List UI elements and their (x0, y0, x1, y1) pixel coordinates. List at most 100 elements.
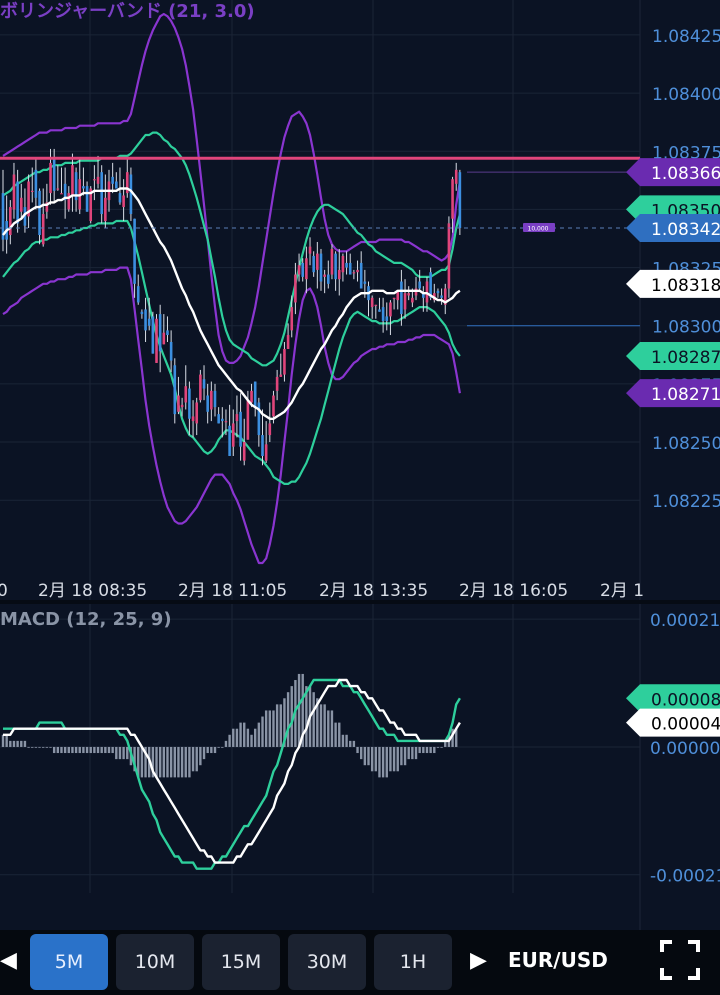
macd-histogram-bar (433, 746, 436, 754)
macd-histogram-bar (250, 734, 253, 747)
time-tick-label: 0 (0, 581, 8, 601)
candle-body (363, 281, 367, 284)
candle-body (96, 176, 100, 184)
candle-body (191, 416, 195, 422)
candle-body (19, 197, 23, 212)
macd-histogram-bar (334, 722, 337, 747)
timeframe-button-30m[interactable]: 30M (288, 934, 366, 990)
price-label: 1.08271 (651, 385, 720, 405)
price-chart[interactable]: 10,000 1.084251.084001.083751.083501.083… (0, 0, 720, 930)
macd-histogram-bar (162, 746, 166, 778)
scroll-left-icon[interactable]: ◀ (0, 948, 17, 973)
macd-histogram-bar (356, 746, 359, 754)
macd-histogram-bar (111, 746, 114, 754)
macd-histogram-bar (49, 746, 52, 748)
candle-body (60, 193, 63, 195)
candle-body (400, 281, 403, 315)
macd-histogram-bar (363, 746, 367, 766)
macd-histogram-bar (1, 734, 5, 747)
candle-body (147, 318, 151, 326)
candle-body (49, 162, 52, 194)
candle-body (52, 158, 56, 191)
candle-body (206, 395, 209, 412)
macd-histogram-bar (268, 710, 272, 747)
time-tick-label: 2月 18 13:35 (319, 581, 428, 601)
macd-histogram-bar (206, 746, 209, 754)
time-tick-label: 2月 18 08:35 (38, 581, 147, 601)
candle-body (85, 186, 89, 212)
price-label: 1.08287 (651, 348, 720, 368)
macd-histogram-bar (155, 746, 158, 778)
candle-body (308, 246, 312, 254)
macd-label: MACD (12, 25, 9) (0, 609, 172, 630)
play-icon[interactable]: ▶ (470, 948, 487, 973)
timeframe-button-5m[interactable]: 5M (30, 934, 108, 990)
macd-histogram-bar (297, 673, 301, 747)
time-tick-label: 2月 18 11:05 (178, 581, 287, 601)
macd-histogram-bar (96, 746, 100, 754)
candle-body (374, 304, 378, 306)
macd-histogram-bar (191, 746, 195, 772)
macd-histogram-bar (349, 740, 352, 747)
candle-body (111, 176, 114, 184)
price-tick-label: 1.08225 (652, 492, 720, 512)
candle-body (34, 169, 38, 198)
candle-body (279, 374, 283, 377)
candle-body (356, 269, 359, 273)
macd-histogram-bar (213, 746, 217, 754)
fullscreen-icon[interactable] (660, 940, 700, 980)
candle-body (9, 207, 12, 235)
timeframe-button-1h[interactable]: 1H (374, 934, 452, 990)
candle-body (334, 253, 337, 280)
timeframe-button-10m[interactable]: 10M (116, 934, 194, 990)
macd-histogram-bar (224, 740, 228, 747)
candle-body (403, 293, 407, 310)
macd-histogram-bar (418, 746, 421, 754)
macd-histogram-bar (195, 746, 198, 772)
candle-body (104, 197, 107, 222)
macd-histogram-bar (319, 704, 323, 747)
candle-body (407, 293, 411, 296)
candle-body (294, 274, 297, 303)
candle-body (67, 193, 71, 210)
macd-histogram-bar (202, 746, 206, 760)
macd-histogram-bar (74, 746, 78, 754)
macd-histogram-bar (89, 746, 92, 754)
candle-body (118, 193, 122, 203)
macd-histogram-bar (312, 692, 315, 747)
candle-body (378, 309, 381, 312)
macd-histogram-bar (78, 746, 81, 754)
candle-body (213, 390, 217, 408)
macd-histogram-bar (56, 746, 60, 754)
macd-histogram-bar (378, 746, 381, 778)
macd-histogram-bar (261, 716, 264, 747)
candle-body (140, 311, 144, 315)
candle-body (162, 332, 166, 345)
macd-histogram-bar (169, 746, 173, 778)
macd-histogram-bar (12, 740, 16, 747)
price-tick-label: 1.08400 (652, 85, 720, 105)
macd-histogram-bar (158, 746, 162, 778)
candle-body (100, 172, 103, 215)
macd-histogram-bar (232, 728, 235, 747)
currency-pair[interactable]: EUR/USD (508, 948, 608, 972)
macd-histogram-bar (422, 746, 425, 754)
macd-histogram-bar (403, 746, 407, 766)
macd-histogram-bar (327, 710, 330, 747)
timeframe-button-15m[interactable]: 15M (202, 934, 280, 990)
candle-body (231, 423, 235, 447)
candle-body (30, 190, 34, 192)
candle-body (447, 223, 451, 289)
macd-histogram-bar (414, 746, 418, 760)
macd-histogram-bar (140, 746, 144, 778)
candle-body (180, 404, 184, 408)
macd-value-label: 0.00004 (651, 715, 720, 735)
macd-histogram-bar (188, 746, 191, 778)
candle-body (56, 188, 60, 190)
candle-body (272, 395, 275, 417)
price-label: 1.08366 (651, 164, 720, 184)
macd-histogram-bar (228, 734, 231, 747)
macd-histogram-bar (100, 746, 103, 754)
candle-body (184, 386, 188, 403)
macd-histogram-bar (104, 746, 107, 754)
